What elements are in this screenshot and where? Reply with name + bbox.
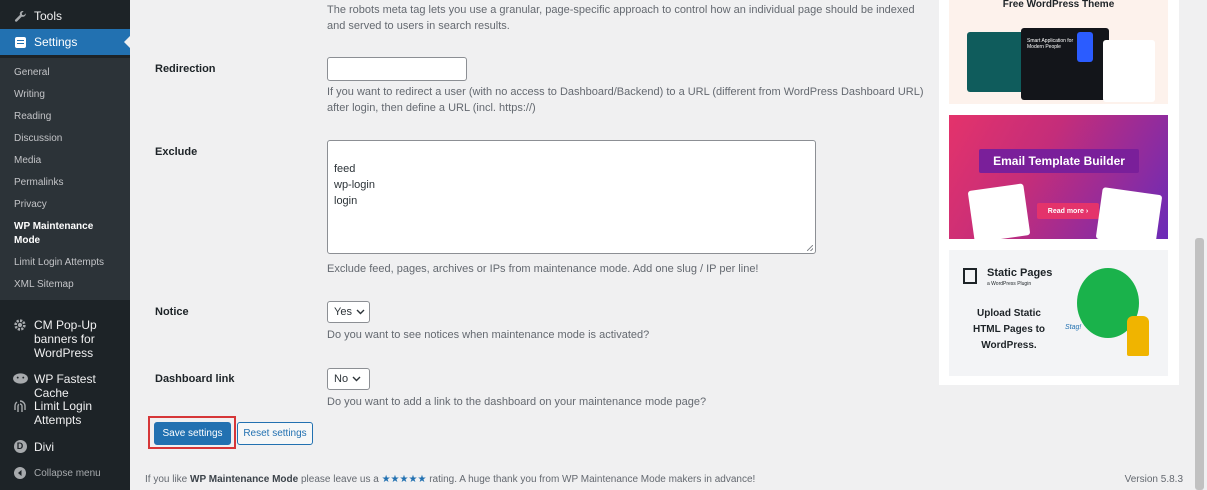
scrollbar-thumb[interactable] [1195, 238, 1204, 490]
save-button-highlight-box [148, 416, 236, 449]
promo-sidebar: Free WordPress Theme Smart Application f… [939, 0, 1179, 385]
collapse-menu-label: Collapse menu [34, 468, 101, 479]
theme-preview-mockup-dark: Smart Application for Modern People [1021, 28, 1109, 100]
phone-mockup [1077, 32, 1093, 62]
redirection-input[interactable] [327, 57, 467, 81]
footer-middle: please leave us a [298, 474, 382, 485]
notice-description: Do you want to see notices when maintena… [327, 329, 650, 341]
theme-preview-mockup-light [1103, 40, 1155, 102]
notice-label: Notice [155, 306, 189, 318]
divi-icon: D [10, 440, 30, 453]
submenu-writing[interactable]: Writing [14, 88, 124, 102]
notice-select[interactable]: Yes [327, 301, 370, 323]
footer-suffix: rating. A huge thank you from WP Mainten… [426, 474, 756, 485]
reset-settings-button[interactable]: Reset settings [237, 422, 313, 445]
theme-preview-mockup [967, 32, 1029, 92]
page-scrollbar[interactable] [1193, 0, 1207, 490]
version-label: Version 5.8.3 [1124, 474, 1183, 485]
redirection-label: Redirection [155, 63, 216, 75]
redirection-description: If you want to redirect a user (with no … [327, 86, 924, 114]
submenu-privacy[interactable]: Privacy [14, 198, 124, 212]
submenu-limit-login-attempts[interactable]: Limit Login Attempts [14, 256, 124, 270]
submenu-general[interactable]: General [14, 66, 124, 80]
menu-label-wp-fastest-cache: WP Fastest Cache [34, 372, 96, 400]
submenu-reading[interactable]: Reading [14, 110, 124, 124]
fingerprint-icon [10, 399, 30, 415]
theme-card-text: Smart Application for Modern People [1027, 38, 1074, 50]
menu-label-settings: Settings [34, 35, 78, 49]
settings-form: The robots meta tag lets you use a granu… [130, 0, 940, 490]
static-pages-text: Upload Static HTML Pages to WordPress. [972, 308, 1046, 351]
submenu-wp-maintenance-mode[interactable]: WP Maintenance Mode [14, 220, 109, 248]
static-pages-brand: Static Pages [987, 267, 1053, 279]
menu-item-cm-popup[interactable]: CM Pop-Up banners for WordPress [0, 318, 130, 360]
exclude-description: Exclude feed, pages, archives or IPs fro… [327, 263, 759, 275]
robots-description: The robots meta tag lets you use a granu… [327, 4, 915, 32]
menu-item-wp-fastest-cache[interactable]: WP Fastest Cache [0, 372, 130, 400]
footer-prefix: If you like [145, 474, 191, 485]
exclude-label: Exclude [155, 146, 198, 158]
dashboard-link-label: Dashboard link [155, 373, 235, 385]
submenu-media[interactable]: Media [14, 154, 124, 168]
submenu-xml-sitemap[interactable]: XML Sitemap [14, 278, 124, 292]
submenu-discussion[interactable]: Discussion [14, 132, 124, 146]
chevron-down-icon [352, 374, 362, 384]
email-template-builder-banner[interactable]: Email Template Builder Read more › [949, 115, 1168, 239]
menu-item-tools[interactable]: Tools [0, 6, 130, 26]
menu-item-settings[interactable]: Settings [0, 29, 130, 55]
settings-sliders-icon [10, 36, 30, 48]
chevron-down-icon [356, 307, 366, 317]
exclude-textarea-value: feed wp-login login [334, 163, 375, 207]
settings-submenu: General Writing Reading Discussion Media… [0, 58, 130, 300]
dashboard-link-select[interactable]: No [327, 368, 370, 390]
gear-icon [10, 318, 30, 332]
admin-sidebar: Tools Settings General Writing Reading D… [0, 0, 130, 490]
exclude-textarea[interactable]: feed wp-login login [327, 140, 816, 254]
email-read-more-button[interactable]: Read more › [1037, 203, 1099, 219]
free-theme-banner[interactable]: Free WordPress Theme Smart Application f… [949, 0, 1168, 104]
email-preview-card [1095, 187, 1163, 239]
menu-item-limit-login[interactable]: Limit Login Attempts [0, 399, 130, 427]
wrench-icon [10, 10, 30, 23]
static-pages-banner[interactable]: Static Pages a WordPress Plugin Upload S… [949, 250, 1168, 376]
menu-label-divi: Divi [34, 440, 54, 454]
email-preview-card [967, 183, 1031, 239]
rating-stars-link[interactable]: ★★★★★ [382, 474, 427, 485]
person-illustration [1127, 316, 1149, 356]
menu-label-cm-popup: CM Pop-Up banners for WordPress [34, 318, 97, 360]
static-pages-subtitle: a WordPress Plugin [987, 281, 1032, 287]
cheetah-icon [10, 372, 30, 385]
notice-select-value: Yes [334, 306, 352, 318]
collapse-arrow-icon [10, 467, 30, 479]
free-theme-title: Free WordPress Theme [1002, 0, 1115, 10]
menu-label-tools: Tools [34, 9, 63, 23]
dashboard-link-description: Do you want to add a link to the dashboa… [327, 396, 707, 408]
submenu-permalinks[interactable]: Permalinks [14, 176, 124, 190]
footer-plugin-name: WP Maintenance Mode [190, 474, 299, 485]
menu-label-limit-login: Limit Login Attempts [34, 399, 93, 427]
email-banner-title: Email Template Builder [979, 149, 1139, 173]
resize-grip-icon[interactable] [807, 245, 813, 251]
static-pages-logo-icon [963, 268, 977, 284]
menu-item-divi[interactable]: D Divi [0, 440, 130, 454]
dashboard-link-select-value: No [334, 373, 349, 385]
collapse-menu-button[interactable]: Collapse menu [0, 467, 130, 481]
static-pages-scribble: Stag! [1065, 324, 1082, 331]
footer-rating-note: If you like WP Maintenance Mode please l… [145, 474, 755, 485]
